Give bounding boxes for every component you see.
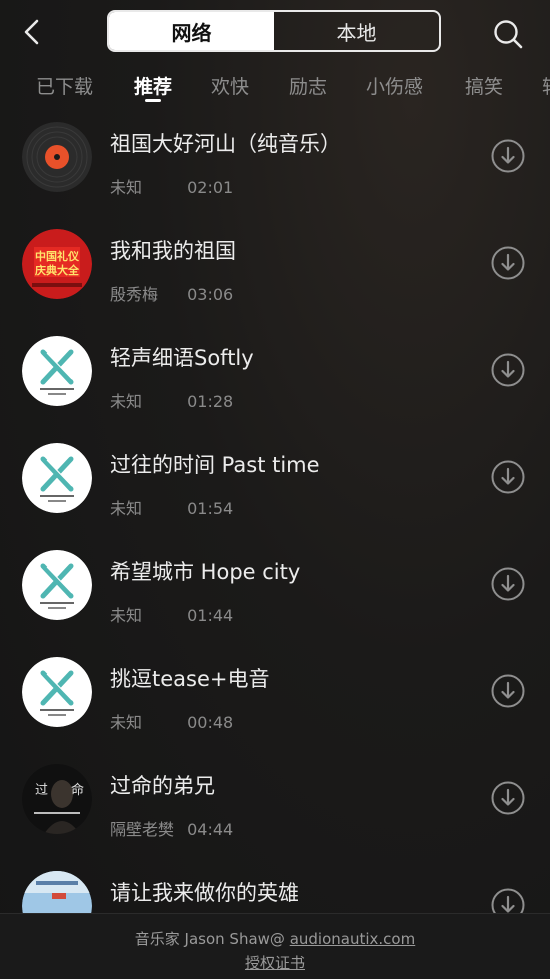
album-cover: 中国礼仪 庆典大全 [22, 229, 92, 299]
album-cover: 过 命 [22, 764, 92, 834]
song-meta: 未知 00:48 [110, 709, 233, 733]
tab-funny[interactable]: 搞笑 [465, 72, 503, 99]
tab-cheerful[interactable]: 欢快 [211, 72, 249, 99]
cover-text: 庆典大全 [34, 263, 80, 277]
x-logo-icon [22, 550, 92, 620]
song-row[interactable]: 过 命 过命的弟兄 隔壁老樊 04:44 [0, 750, 550, 857]
song-duration: 01:54 [187, 499, 234, 518]
song-title: 挑逗tease+电音 [110, 667, 270, 691]
song-row[interactable]: 希望城市 Hope city 未知 01:44 [0, 536, 550, 643]
cover-text: 中国礼仪 [35, 249, 80, 263]
song-title: 轻声细语Softly [110, 346, 254, 370]
tab-light[interactable]: 轻 [542, 72, 550, 99]
chevron-left-icon [24, 19, 39, 45]
song-artist: 未知 [110, 606, 143, 625]
song-row[interactable]: 过往的时间 Past time 未知 01:54 [0, 429, 550, 536]
download-button[interactable] [490, 459, 526, 495]
top-bar: 网络 本地 [0, 0, 550, 64]
footer: 音乐家 Jason Shaw@ audionautix.com 授权证书 [0, 913, 550, 979]
download-icon [491, 781, 525, 815]
song-meta: 未知 01:54 [110, 495, 233, 519]
x-logo-icon [22, 336, 92, 406]
x-logo-icon [22, 657, 92, 727]
download-button[interactable] [490, 673, 526, 709]
song-duration: 03:06 [187, 285, 234, 304]
song-duration: 01:28 [187, 392, 234, 411]
song-duration: 04:44 [187, 820, 234, 839]
tab-recommended[interactable]: 推荐 [134, 72, 172, 99]
cover-text: 命 [71, 782, 84, 798]
song-title: 过命的弟兄 [110, 774, 215, 798]
tab-inspirational[interactable]: 励志 [289, 72, 327, 99]
song-title: 我和我的祖国 [110, 239, 236, 263]
download-icon [491, 353, 525, 387]
song-duration: 02:01 [187, 178, 234, 197]
credit-line: 音乐家 Jason Shaw@ audionautix.com [0, 928, 550, 949]
credit-prefix: 音乐家 Jason Shaw@ [134, 930, 290, 948]
back-button[interactable] [14, 14, 50, 50]
credit-link[interactable]: audionautix.com [290, 930, 416, 948]
song-artist: 未知 [110, 499, 143, 518]
tab-downloaded[interactable]: 已下载 [36, 72, 93, 99]
tab-sad[interactable]: 小伤感 [366, 72, 423, 99]
song-meta: 未知 01:28 [110, 388, 233, 412]
song-meta: 殷秀梅 03:06 [110, 281, 233, 305]
song-title: 希望城市 Hope city [110, 560, 301, 584]
song-row[interactable]: 轻声细语Softly 未知 01:28 [0, 322, 550, 429]
download-icon [491, 246, 525, 280]
song-artist: 未知 [110, 713, 143, 732]
tab-network[interactable]: 网络 [109, 12, 274, 50]
song-row[interactable]: 祖国大好河山（纯音乐） 未知 02:01 [0, 108, 550, 215]
category-tabs: 已下载 推荐 欢快 励志 小伤感 搞笑 轻 [0, 66, 550, 106]
song-artist: 殷秀梅 [110, 285, 159, 304]
song-artist: 未知 [110, 392, 143, 411]
x-logo-icon [22, 443, 92, 513]
download-button[interactable] [490, 352, 526, 388]
song-duration: 00:48 [187, 713, 234, 732]
download-button[interactable] [490, 780, 526, 816]
song-row[interactable]: 中国礼仪 庆典大全 我和我的祖国 殷秀梅 03:06 [0, 215, 550, 322]
song-title: 请让我来做你的英雄 [110, 881, 299, 905]
song-row[interactable]: 挑逗tease+电音 未知 00:48 [0, 643, 550, 750]
download-button[interactable] [490, 138, 526, 174]
song-meta: 隔壁老樊 04:44 [110, 816, 233, 840]
song-duration: 01:44 [187, 606, 234, 625]
song-title: 过往的时间 Past time [110, 453, 320, 477]
vinyl-record-icon [22, 122, 92, 192]
search-button[interactable] [490, 16, 526, 52]
download-button[interactable] [490, 566, 526, 602]
download-icon [491, 139, 525, 173]
source-segmented-control: 网络 本地 [107, 10, 441, 52]
tab-local[interactable]: 本地 [274, 12, 439, 50]
song-artist: 未知 [110, 178, 143, 197]
license-link[interactable]: 授权证书 [0, 952, 550, 973]
song-title: 祖国大好河山（纯音乐） [110, 132, 341, 156]
download-icon [491, 460, 525, 494]
song-artist: 隔壁老樊 [110, 820, 175, 839]
cover-text: 过 [35, 783, 48, 798]
search-icon [494, 20, 523, 49]
active-tab-indicator [145, 99, 161, 102]
download-icon [491, 674, 525, 708]
download-button[interactable] [490, 245, 526, 281]
song-meta: 未知 02:01 [110, 174, 233, 198]
download-icon [491, 567, 525, 601]
song-meta: 未知 01:44 [110, 602, 233, 626]
